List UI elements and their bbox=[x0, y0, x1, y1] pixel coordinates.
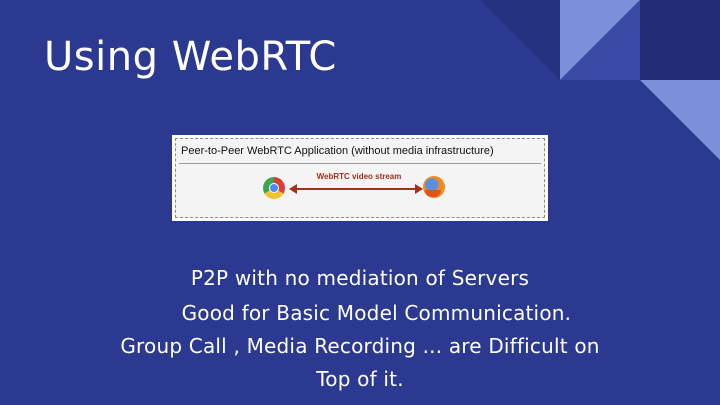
deco-triangle-light-2 bbox=[640, 80, 720, 160]
firefox-icon bbox=[423, 176, 445, 198]
deco-triangle-dark bbox=[480, 0, 560, 80]
body-line-2: Good for Basic Model Communication. bbox=[148, 301, 572, 325]
diagram-title: Peer-to-Peer WebRTC Application (without… bbox=[181, 145, 494, 157]
bidirectional-arrow-icon bbox=[289, 184, 423, 194]
slide-title: Using WebRTC bbox=[44, 34, 337, 80]
body-line-4: Top of it. bbox=[316, 367, 404, 391]
webrtc-diagram-image: Peer-to-Peer WebRTC Application (without… bbox=[172, 135, 548, 221]
deco-square-dark bbox=[640, 0, 720, 80]
slide: Using WebRTC Peer-to-Peer WebRTC Applica… bbox=[0, 0, 720, 405]
stream-label-text: WebRTC video stream bbox=[316, 172, 402, 181]
body-line-1: P2P with no mediation of Servers bbox=[190, 266, 530, 290]
body-line-3: Group Call , Media Recording ... are Dif… bbox=[120, 334, 600, 358]
diagram-divider bbox=[179, 163, 541, 164]
diagram-frame: Peer-to-Peer WebRTC Application (without… bbox=[175, 138, 545, 218]
stream-label: WebRTC video stream bbox=[176, 172, 546, 181]
